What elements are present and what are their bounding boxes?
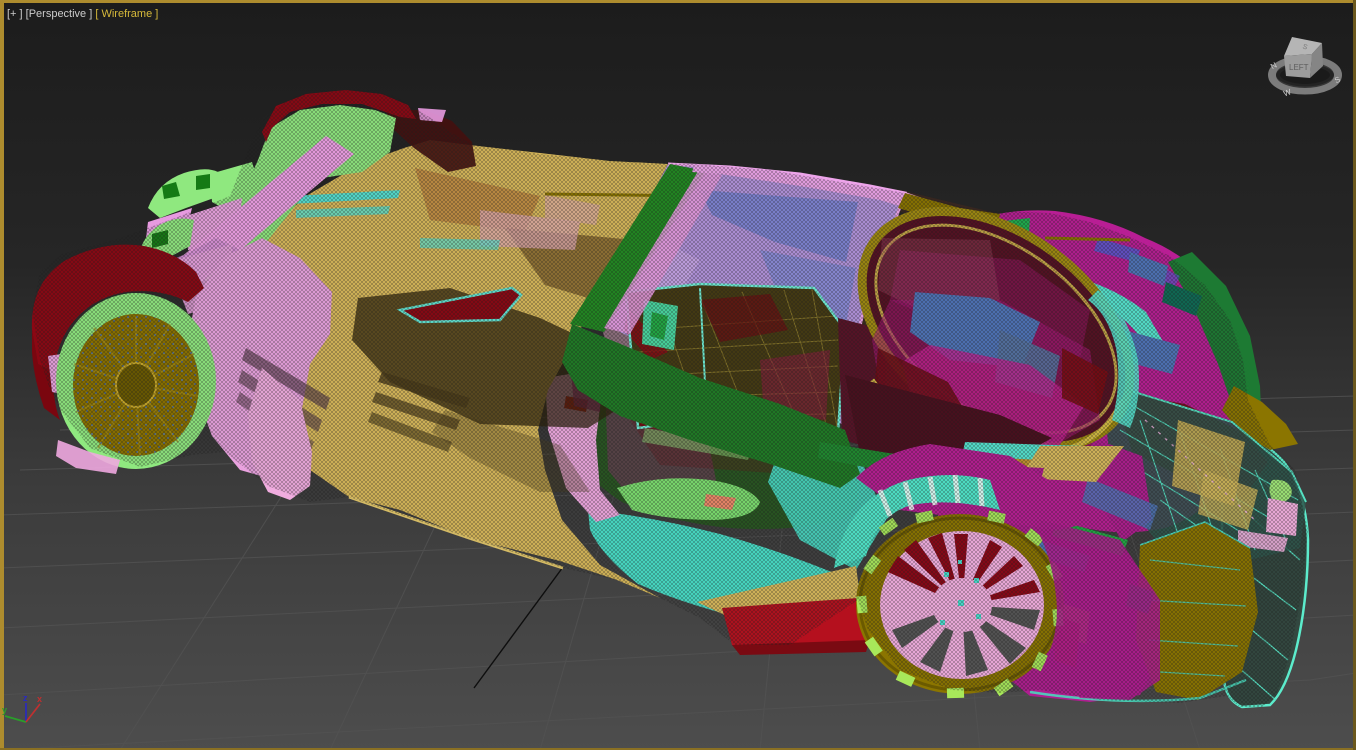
svg-text:x: x (37, 694, 42, 704)
svg-text:z: z (23, 693, 28, 703)
svg-text:[+ ] [Perspective ] [ Wirefram: [+ ] [Perspective ] [ Wireframe ] (7, 8, 158, 20)
svg-text:LEFT: LEFT (1289, 63, 1309, 72)
svg-text:y: y (2, 705, 7, 715)
